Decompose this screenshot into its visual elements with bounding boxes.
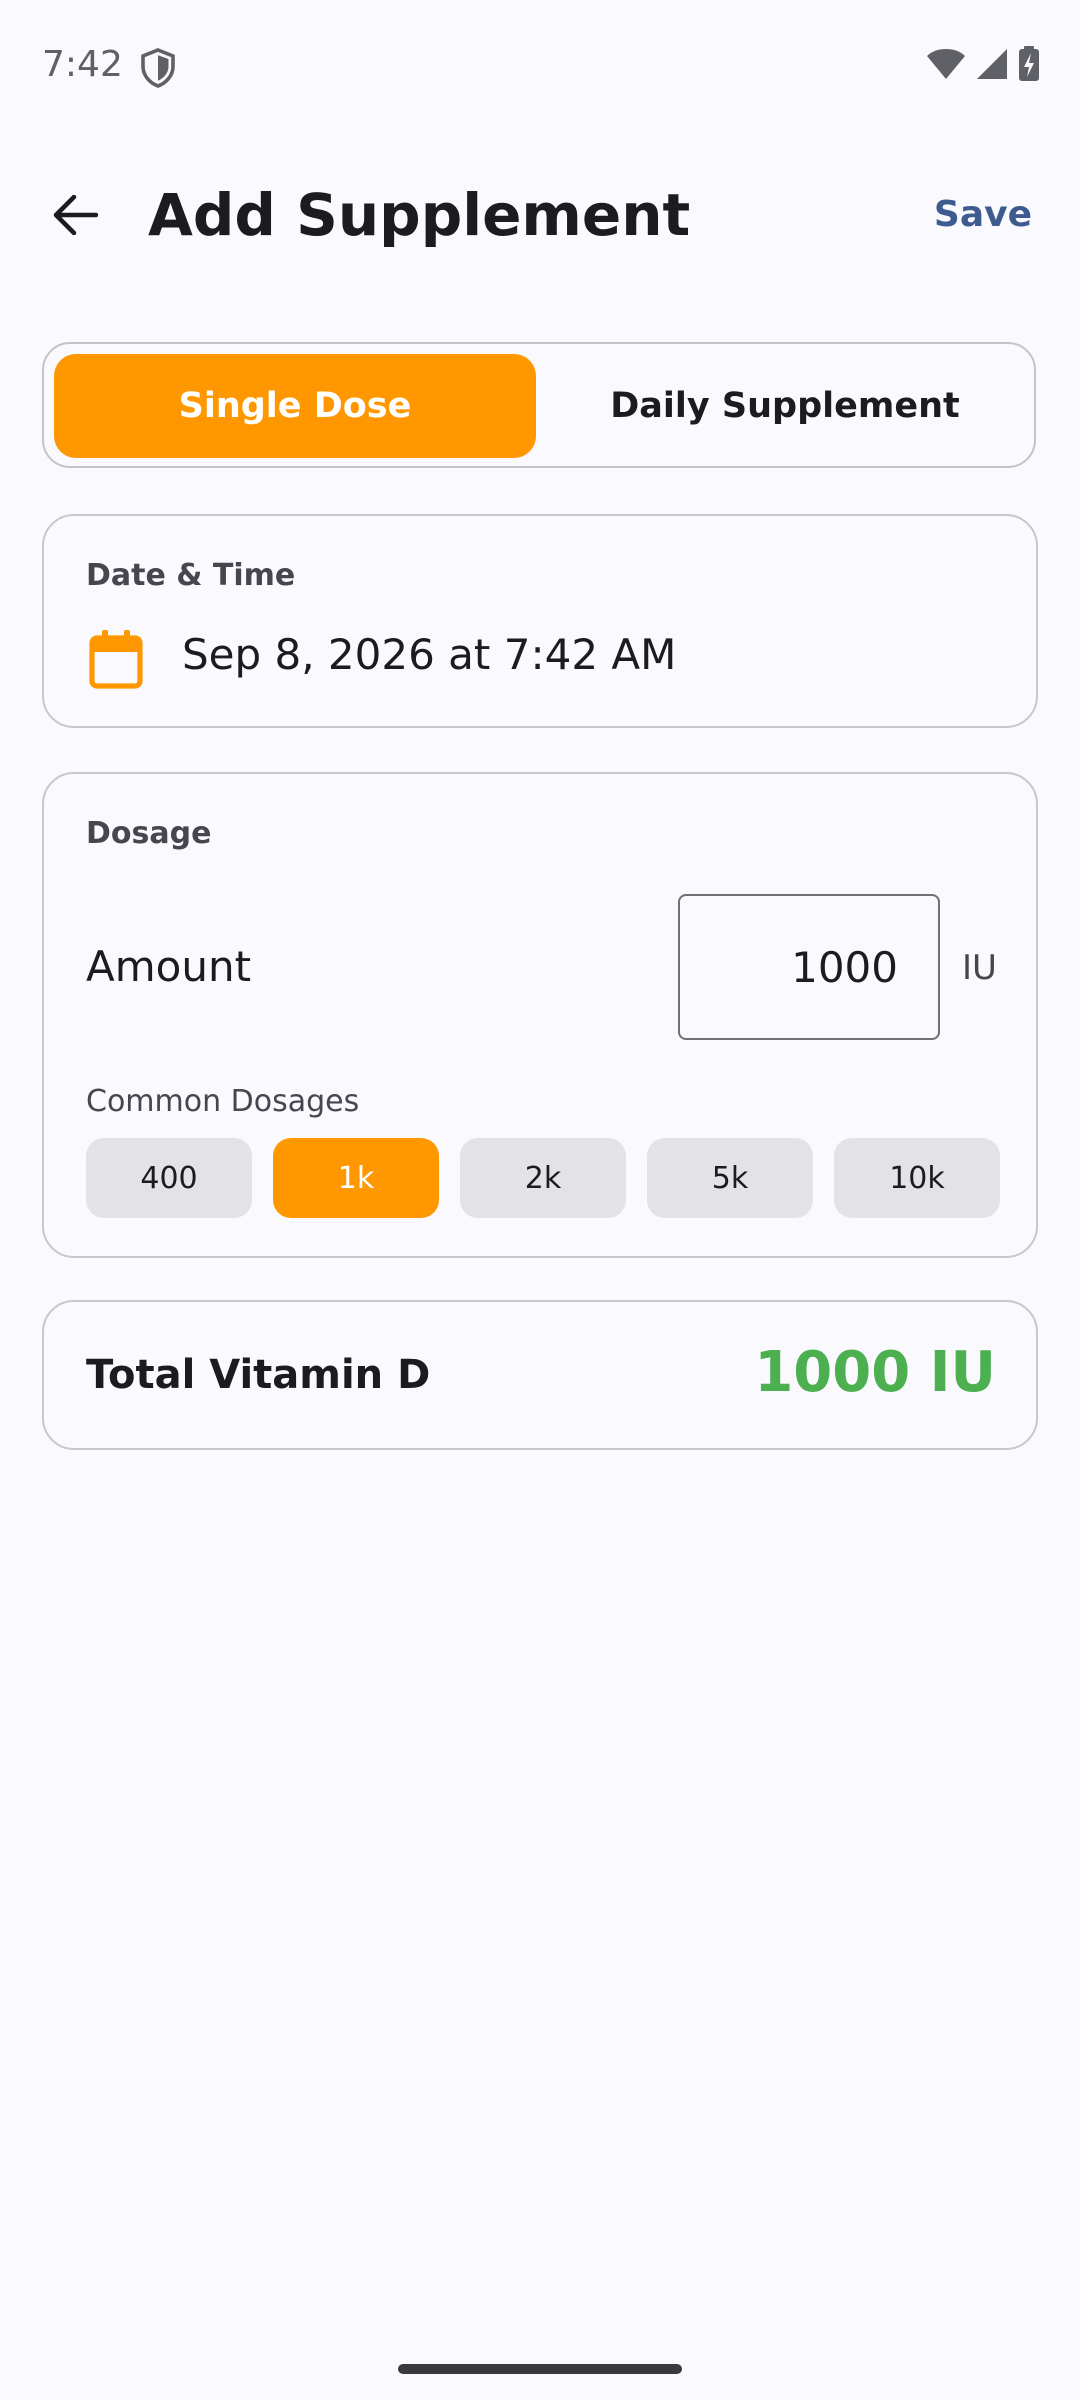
- single-dose-option[interactable]: Single Dose: [54, 354, 536, 458]
- amount-input[interactable]: [678, 894, 940, 1040]
- app-bar: Add Supplement Save: [0, 160, 1080, 270]
- save-button[interactable]: Save: [934, 194, 1032, 235]
- common-dosages-label: Common Dosages: [86, 1084, 360, 1119]
- back-button[interactable]: [40, 180, 110, 250]
- dosage-chip-400[interactable]: 400: [86, 1138, 252, 1218]
- total-value: 1000 IU: [754, 1340, 996, 1405]
- wifi-icon: [927, 49, 965, 79]
- battery-icon: [1019, 46, 1039, 81]
- dosage-card: Dosage Amount IU Common Dosages 400 1k 2…: [42, 772, 1038, 1258]
- status-bar: 7:42: [0, 0, 1080, 130]
- date-time-card[interactable]: Date & Time Sep 8, 2026 at 7:42 AM: [42, 514, 1038, 728]
- calendar-icon: [89, 630, 143, 689]
- dosage-chip-2k[interactable]: 2k: [460, 1138, 626, 1218]
- total-label: Total Vitamin D: [86, 1352, 431, 1398]
- shield-icon: [141, 48, 175, 88]
- dosage-chip-10k[interactable]: 10k: [834, 1138, 1000, 1218]
- date-time-value: Sep 8, 2026 at 7:42 AM: [182, 630, 677, 679]
- daily-supplement-option[interactable]: Daily Supplement: [544, 354, 1026, 458]
- amount-label: Amount: [86, 942, 252, 991]
- dosage-chip-1k[interactable]: 1k: [273, 1138, 439, 1218]
- unit-label: IU: [962, 948, 997, 988]
- dosage-label: Dosage: [86, 816, 212, 851]
- status-time: 7:42: [42, 44, 123, 85]
- date-time-label: Date & Time: [86, 558, 296, 593]
- total-card: Total Vitamin D 1000 IU: [42, 1300, 1038, 1450]
- home-indicator[interactable]: [398, 2364, 682, 2374]
- common-dosage-chips: 400 1k 2k 5k 10k: [86, 1138, 1000, 1218]
- back-arrow-icon: [53, 195, 98, 235]
- signal-icon: [977, 49, 1007, 79]
- dosage-chip-5k[interactable]: 5k: [647, 1138, 813, 1218]
- dose-type-toggle: Single Dose Daily Supplement: [42, 342, 1036, 468]
- page-title: Add Supplement: [148, 181, 691, 249]
- status-icons: [926, 46, 1040, 82]
